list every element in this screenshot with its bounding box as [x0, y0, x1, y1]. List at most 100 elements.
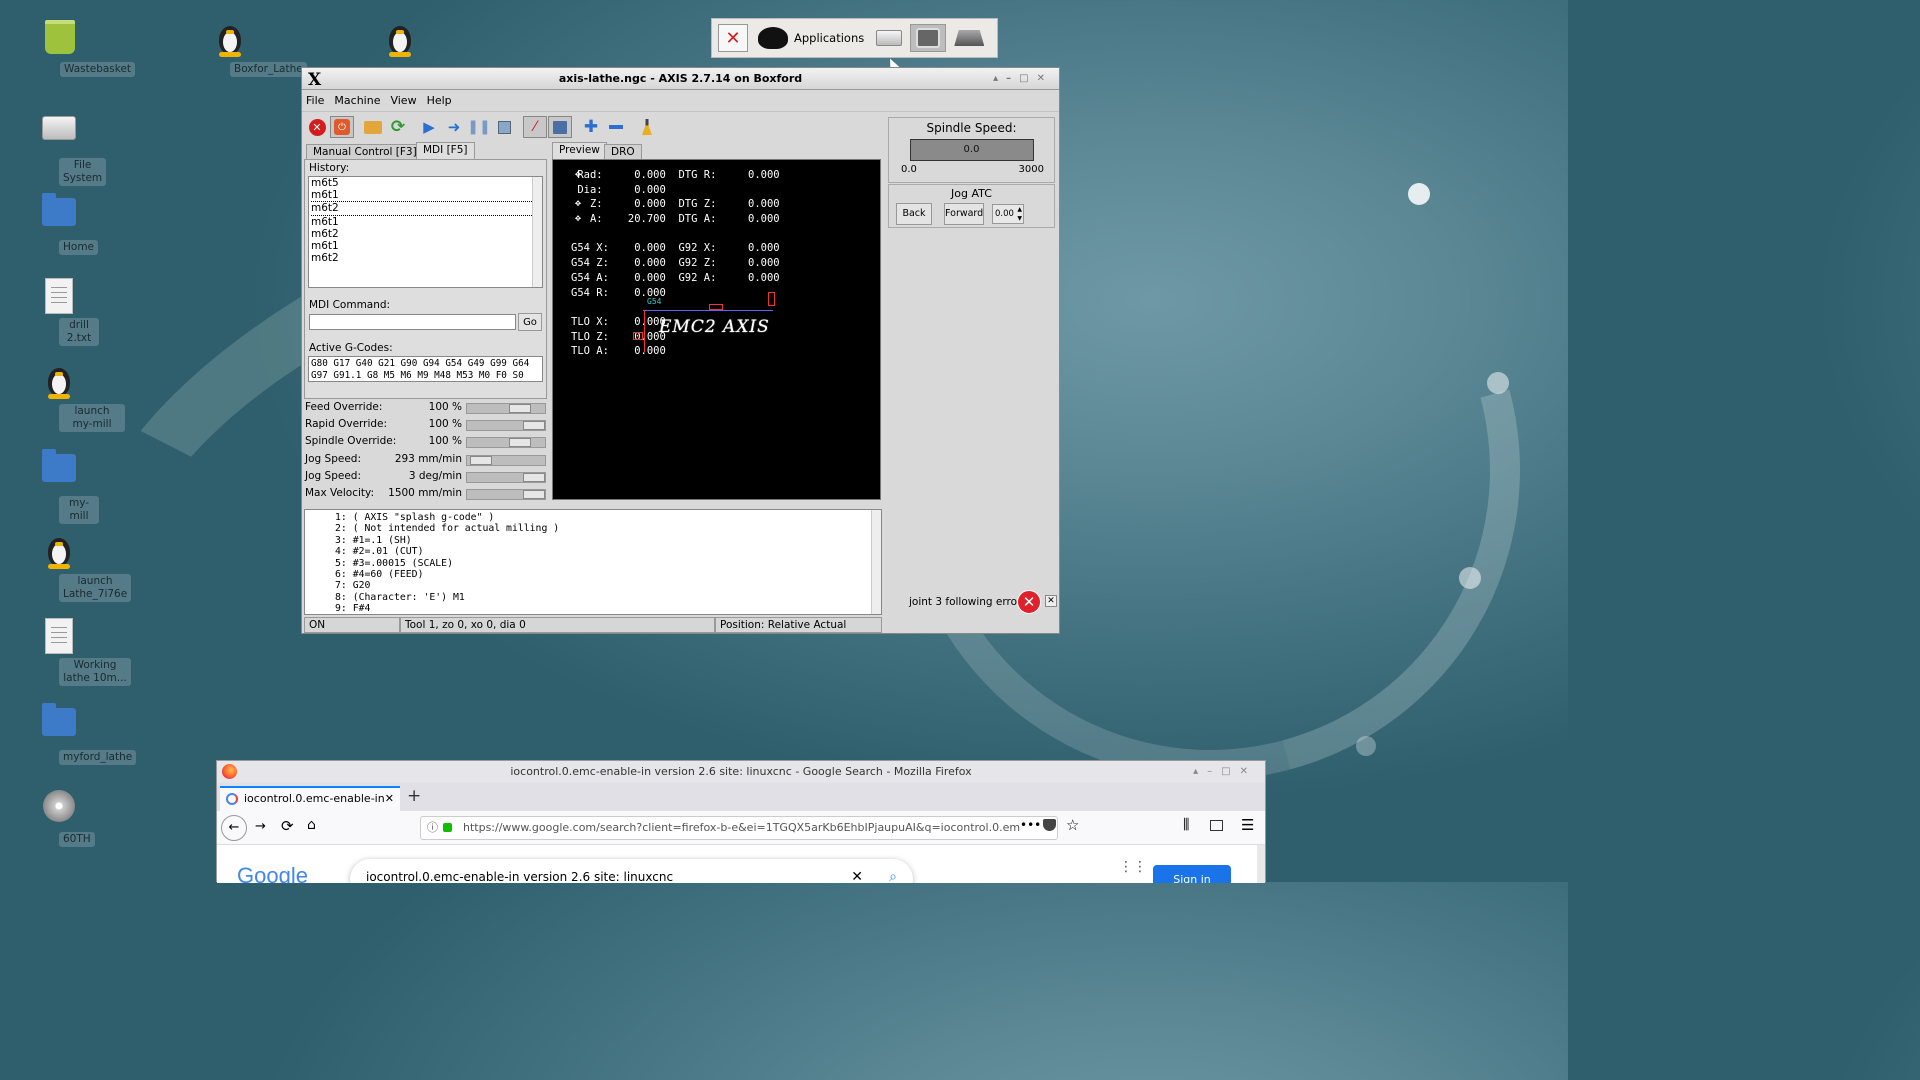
atc-forward-button[interactable]: Forward — [944, 203, 984, 225]
desktop-icon-penguin[interactable] — [360, 20, 440, 58]
bookmark-star-icon[interactable]: ☆ — [1066, 816, 1079, 834]
maximize-button[interactable]: □ — [1019, 73, 1036, 84]
search-icon[interactable]: ⌕ — [889, 859, 897, 883]
desktop-icon-wastebasket[interactable]: Wastebasket — [20, 20, 136, 77]
open-file-button[interactable] — [361, 116, 385, 138]
slider-handle[interactable] — [523, 490, 545, 499]
shade-button[interactable]: ▴ — [993, 73, 1006, 84]
atc-back-button[interactable]: Back — [896, 203, 932, 225]
menu-file[interactable]: File — [306, 94, 324, 107]
page-actions-icon[interactable]: ••• — [1020, 818, 1041, 832]
network-launcher-button[interactable] — [952, 24, 986, 52]
pause-button[interactable]: ❚❚ — [467, 116, 491, 138]
desktop-icon-launch-my-mill[interactable]: launch my-mill — [19, 362, 125, 432]
override-value: 100 % — [428, 435, 462, 448]
history-item[interactable]: m6t1 — [311, 240, 542, 252]
run-button[interactable]: ▶ — [417, 116, 441, 138]
mdi-command-input[interactable] — [309, 314, 516, 330]
new-tab-button[interactable]: + — [407, 786, 421, 806]
block-delete-button[interactable]: ⁄ — [523, 116, 547, 138]
menu-view[interactable]: View — [390, 94, 416, 107]
zoom-in-button[interactable]: ✚ — [579, 116, 603, 138]
tab-mdi[interactable]: MDI [F5] — [416, 142, 475, 160]
clear-backplot-button[interactable] — [635, 116, 659, 138]
minimize-button[interactable]: – — [1207, 766, 1221, 777]
tab-close-icon[interactable]: ✕ — [385, 788, 394, 810]
back-button[interactable]: ← — [221, 815, 247, 841]
desktop-icon-home[interactable]: Home — [19, 192, 99, 255]
slider-handle[interactable] — [523, 421, 545, 431]
atc-spinbox[interactable]: 0.00 ▲ ▼ — [992, 204, 1024, 224]
close-button[interactable]: ✕ — [1240, 766, 1257, 777]
override-slider[interactable] — [466, 403, 546, 414]
override-slider[interactable] — [466, 471, 546, 483]
history-item[interactable]: m6t2 — [311, 252, 542, 264]
home-icon[interactable]: ⌂ — [307, 817, 316, 833]
forward-button[interactable]: → — [255, 819, 266, 834]
slider-handle[interactable] — [469, 455, 492, 465]
tab-dro[interactable]: DRO — [604, 144, 642, 160]
menu-help[interactable]: Help — [427, 94, 452, 107]
slider-handle[interactable] — [509, 438, 531, 448]
optional-stop-button[interactable] — [548, 116, 572, 138]
override-slider[interactable] — [466, 437, 546, 449]
library-icon[interactable]: ⫼ — [1183, 817, 1189, 833]
sidebar-icon[interactable] — [1210, 820, 1223, 831]
apps-grid-icon[interactable]: ⋮⋮ — [1119, 859, 1147, 875]
desktop-icon-60th[interactable]: 60TH — [19, 788, 99, 847]
preview-canvas[interactable]: Rad: 0.000 DTG R: 0.000 Dia: 0.000 Z: 0.… — [552, 159, 881, 500]
desktop-icon-my-mill[interactable]: my-mill — [19, 448, 99, 524]
reload-button[interactable]: ⟳ — [386, 116, 410, 138]
override-slider[interactable] — [466, 454, 546, 466]
desktop-icon-file-system[interactable]: File System — [19, 110, 107, 186]
go-button[interactable]: Go — [518, 313, 542, 331]
minimize-button[interactable]: – — [1006, 73, 1019, 84]
zoom-in-icon: ✚ — [583, 117, 599, 137]
desktop-icon-launch-lathe[interactable]: launch Lathe_7i76e — [19, 532, 131, 602]
history-item[interactable]: m6t5 — [311, 177, 542, 189]
history-item[interactable]: m6t2 — [311, 201, 542, 216]
history-item[interactable]: m6t2 — [311, 228, 542, 240]
sign-in-button[interactable]: Sign in — [1153, 865, 1231, 883]
history-item[interactable]: m6t1 — [311, 189, 542, 201]
google-search-box[interactable]: iocontrol.0.emc-enable-in version 2.6 si… — [350, 859, 913, 883]
dismiss-error-button[interactable]: ✕ — [1045, 595, 1057, 607]
step-button[interactable]: ➜ — [442, 116, 466, 138]
history-label: History: — [309, 162, 350, 174]
tab-manual-control[interactable]: Manual Control [F3] — [306, 144, 424, 160]
close-button[interactable]: ✕ — [1037, 73, 1053, 84]
estop-button[interactable]: ✕ — [305, 116, 329, 138]
slider-handle[interactable] — [523, 472, 545, 482]
clear-search-icon[interactable]: ✕ — [851, 859, 863, 883]
screenshot-launcher-button[interactable] — [910, 24, 947, 52]
shade-button[interactable]: ▴ — [1193, 766, 1207, 777]
gcode-scrollbar[interactable] — [871, 510, 881, 614]
history-list[interactable]: m6t5 m6t1 m6t2 m6t1 m6t2 m6t1 m6t2 — [308, 176, 543, 288]
drive-launcher-button[interactable] — [874, 24, 904, 52]
desktop-icon-drill-txt[interactable]: drill 2.txt — [19, 278, 99, 346]
reload-button[interactable]: ⟳ — [281, 817, 294, 835]
url-bar[interactable]: ⓘ https://www.google.com/search?client=f… — [420, 816, 1058, 840]
page-scrollbar[interactable] — [1257, 845, 1265, 883]
applications-menu-button[interactable]: Applications — [754, 24, 868, 52]
history-scrollbar[interactable] — [532, 177, 542, 287]
stop-button[interactable] — [492, 116, 516, 138]
menu-machine[interactable]: Machine — [334, 94, 380, 107]
history-item[interactable]: m6t1 — [311, 216, 542, 228]
axis-titlebar[interactable]: X axis-lathe.ngc - AXIS 2.7.14 on Boxfor… — [302, 68, 1059, 90]
desktop-icon-boxfor-lathe[interactable]: Boxfor_Lathe — [190, 20, 307, 77]
close-panel-button[interactable]: ✕ — [718, 24, 748, 52]
hamburger-menu-icon[interactable]: ☰ — [1241, 816, 1254, 834]
override-slider[interactable] — [466, 420, 546, 432]
desktop-icon-myford-lathe[interactable]: myford_lathe — [19, 702, 137, 765]
gcode-text-view[interactable]: 1: ( AXIS "splash g-code" ) 2: ( Not inte… — [304, 509, 882, 615]
desktop-icon-working-lathe[interactable]: Working lathe 10m... — [19, 618, 131, 686]
override-slider[interactable] — [466, 489, 546, 500]
slider-handle[interactable] — [509, 404, 531, 413]
tab-preview[interactable]: Preview — [552, 142, 607, 160]
maximize-button[interactable]: □ — [1221, 766, 1239, 777]
browser-tab[interactable]: iocontrol.0.emc-enable-in ✕ — [220, 786, 400, 811]
machine-power-button[interactable]: ⏻ — [330, 116, 354, 138]
zoom-out-button[interactable] — [604, 116, 628, 138]
firefox-titlebar[interactable]: iocontrol.0.emc-enable-in version 2.6 si… — [217, 761, 1265, 783]
